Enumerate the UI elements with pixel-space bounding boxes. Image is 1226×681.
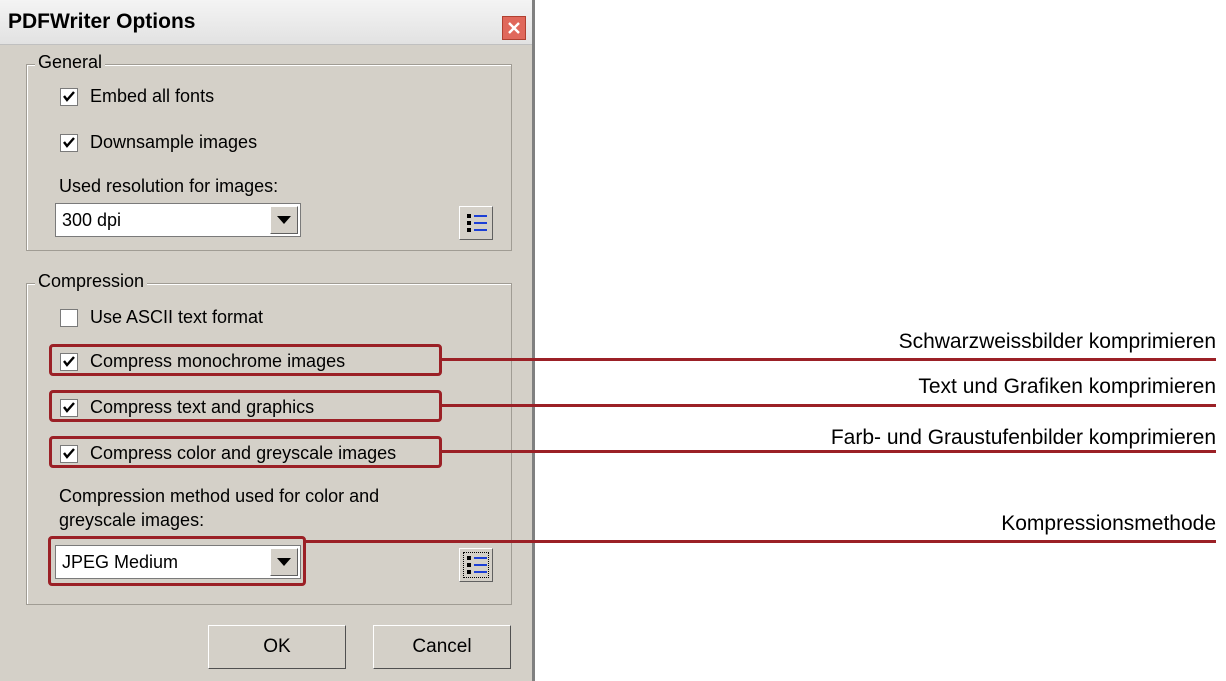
- list-settings-icon: [467, 214, 487, 232]
- embed-fonts-label: Embed all fonts: [90, 86, 215, 106]
- list-settings-icon: [467, 556, 487, 574]
- ascii-label: Use ASCII text format: [90, 307, 264, 327]
- compression-group-title: Compression: [35, 271, 148, 292]
- resolution-select[interactable]: 300 dpi: [55, 203, 301, 237]
- window-title: PDFWriter Options: [8, 10, 196, 33]
- monochrome-connector-line: [442, 358, 1216, 361]
- general-group-title: General: [35, 52, 106, 73]
- ascii-checkbox-row[interactable]: Use ASCII text format: [60, 307, 263, 328]
- checkmark-icon: [63, 90, 75, 102]
- text-graphics-annotation: Text und Grafiken komprimieren: [918, 375, 1216, 398]
- resolution-select-value: 300 dpi: [62, 210, 122, 230]
- method-connector-line: [306, 540, 1216, 543]
- text-graphics-highlight: [49, 390, 442, 422]
- downsample-label: Downsample images: [90, 132, 258, 152]
- text-graphics-connector-line: [442, 404, 1216, 407]
- color-grey-highlight: [49, 436, 442, 468]
- ok-button[interactable]: OK: [208, 625, 346, 669]
- checkmark-icon: [63, 136, 75, 148]
- compression-settings-button[interactable]: [459, 548, 493, 582]
- embed-fonts-checkbox[interactable]: [60, 87, 78, 106]
- title-bar[interactable]: PDFWriter Options: [0, 0, 532, 45]
- method-annotation: Kompressionsmethode: [1001, 512, 1216, 535]
- color-grey-annotation: Farb- und Graustufenbilder komprimieren: [830, 426, 1216, 449]
- resolution-settings-button[interactable]: [459, 206, 493, 240]
- downsample-checkbox[interactable]: [60, 133, 78, 152]
- method-highlight: [48, 536, 306, 586]
- method-label-line2: greyscale images:: [59, 510, 205, 530]
- method-label-line1: Compression method used for color and: [59, 486, 380, 506]
- embed-fonts-checkbox-row[interactable]: Embed all fonts: [60, 86, 214, 107]
- resolution-dropdown-button[interactable]: [270, 206, 298, 234]
- color-grey-connector-line: [442, 450, 1216, 453]
- monochrome-annotation: Schwarzweissbilder komprimieren: [898, 330, 1216, 353]
- downsample-checkbox-row[interactable]: Downsample images: [60, 132, 257, 153]
- cancel-button[interactable]: Cancel: [373, 625, 511, 669]
- resolution-label: Used resolution for images:: [59, 176, 279, 196]
- monochrome-highlight: [49, 344, 442, 376]
- close-button[interactable]: [502, 16, 526, 40]
- ascii-checkbox[interactable]: [60, 308, 78, 327]
- close-icon: [508, 22, 520, 34]
- dropdown-arrow-icon: [277, 216, 291, 224]
